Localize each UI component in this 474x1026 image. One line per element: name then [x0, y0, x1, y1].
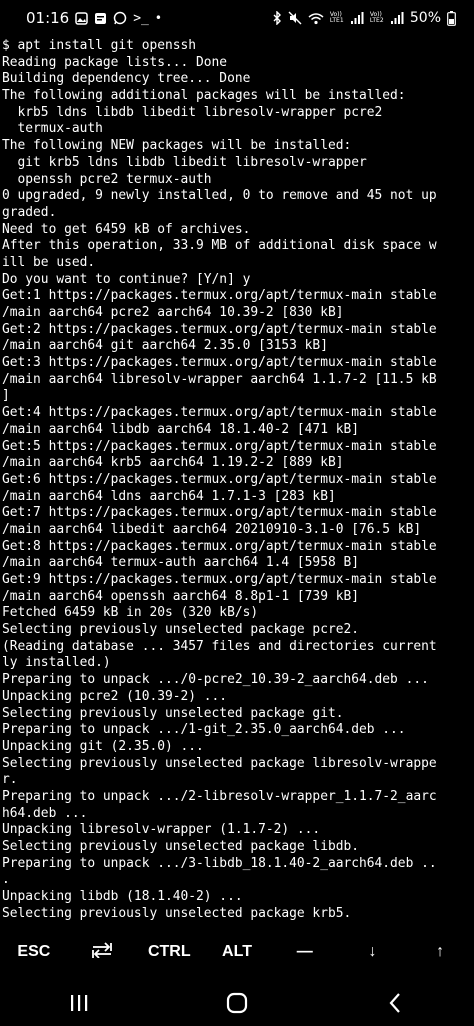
terminal-line: Preparing to unpack .../0-pcre2_10.39-2_…: [2, 672, 429, 688]
terminal-line: .: [2, 872, 10, 888]
terminal-line: Get:5 https://packages.termux.org/apt/te…: [2, 438, 437, 454]
bluetooth-icon: [272, 11, 282, 25]
terminal-line: Selecting previously unselected package …: [2, 755, 437, 771]
terminal-line: Preparing to unpack .../1-git_2.35.0_aar…: [2, 722, 406, 738]
terminal-line: Building dependency tree... Done: [2, 71, 251, 87]
whatsapp-icon: [113, 11, 127, 25]
terminal-line: Get:1 https://packages.termux.org/apt/te…: [2, 288, 437, 304]
up-arrow-key[interactable]: ↑: [406, 943, 474, 961]
mute-icon: [288, 11, 302, 25]
terminal-line: Reading package lists... Done: [2, 54, 228, 70]
network-label-2: Vo)) LTE2: [369, 11, 384, 24]
terminal-line: graded.: [2, 204, 57, 220]
terminal-line: /main aarch64 ldns aarch64 1.7.1-3 [283 …: [2, 488, 336, 504]
tab-key[interactable]: [68, 941, 136, 963]
terminal-line: (Reading database ... 3457 files and dir…: [2, 638, 437, 654]
terminal-line: Get:3 https://packages.termux.org/apt/te…: [2, 355, 437, 371]
terminal-line: ill be used.: [2, 254, 96, 270]
terminal-line: Preparing to unpack .../2-libresolv-wrap…: [2, 788, 437, 804]
status-right: Vo)) LTE1 Vo)) LTE2 50%: [272, 10, 456, 26]
terminal-line: $ apt install git openssh: [2, 38, 197, 53]
terminal-line: /main aarch64 libedit aarch64 20210910-3…: [2, 521, 422, 537]
terminal-line: Get:2 https://packages.termux.org/apt/te…: [2, 321, 437, 337]
terminal-line: Need to get 6459 kB of archives.: [2, 221, 251, 237]
terminal-line: openssh pcre2 termux-auth: [2, 171, 212, 187]
back-icon: [389, 993, 400, 1013]
notification-icon: [94, 12, 107, 25]
terminal-line: ]: [2, 388, 10, 404]
terminal-line: Get:4 https://packages.termux.org/apt/te…: [2, 405, 437, 421]
terminal-line: Selecting previously unselected package …: [2, 839, 359, 854]
terminal-line: Preparing to unpack .../3-libdb_18.1.40-…: [2, 855, 437, 871]
terminal-line: Get:9 https://packages.termux.org/apt/te…: [2, 572, 437, 587]
navigation-bar: [0, 980, 474, 1026]
terminal-line: Get:6 https://packages.termux.org/apt/te…: [2, 471, 437, 487]
alt-key[interactable]: ALT: [203, 943, 271, 961]
terminal-line: Unpacking libdb (18.1.40-2) ...: [2, 889, 243, 905]
terminal-line: The following additional packages will b…: [2, 88, 406, 104]
terminal-line: Do you want to continue? [Y/n] y: [2, 271, 251, 287]
terminal-line: /main aarch64 pcre2 aarch64 10.39-2 [830…: [2, 305, 344, 320]
extra-keys-row: ESC CTRL ALT — ↓ ↑: [0, 930, 474, 974]
battery-percent: 50%: [409, 10, 441, 26]
dash-key[interactable]: —: [271, 943, 339, 961]
home-button[interactable]: [207, 983, 267, 1023]
terminal-line: /main aarch64 libdb aarch64 18.1.40-2 [4…: [2, 421, 359, 437]
terminal-line: The following NEW packages will be insta…: [2, 138, 352, 154]
down-arrow-key[interactable]: ↓: [339, 943, 407, 961]
terminal-line: git krb5 ldns libdb libedit libresolv-wr…: [2, 154, 367, 170]
signal-icon: [350, 12, 364, 24]
status-left: 01:16 >_ •: [26, 9, 162, 27]
terminal-line: /main aarch64 libresolv-wrapper aarch64 …: [2, 371, 437, 387]
terminal-line: h64.deb ...: [2, 805, 88, 821]
terminal-line: krb5 ldns libdb libedit libresolv-wrappe…: [2, 104, 383, 120]
battery-icon: [447, 10, 456, 26]
terminal-line: /main aarch64 krb5 aarch64 1.19.2-2 [889…: [2, 455, 344, 471]
terminal-line: termux-auth: [2, 121, 103, 137]
terminal-line: 0 upgraded, 9 newly installed, 0 to remo…: [2, 188, 437, 204]
terminal-output[interactable]: $ apt install git openssh Reading package…: [2, 38, 472, 923]
esc-key[interactable]: ESC: [0, 943, 68, 961]
terminal-line: Selecting previously unselected package …: [2, 622, 359, 638]
recent-apps-button[interactable]: [49, 983, 109, 1023]
clock: 01:16: [26, 9, 70, 27]
terminal-line: Unpacking git (2.35.0) ...: [2, 738, 204, 754]
terminal-line: Get:7 https://packages.termux.org/apt/te…: [2, 505, 437, 521]
terminal-line: Selecting previously unselected package …: [2, 905, 352, 921]
terminal-line: Get:8 https://packages.termux.org/apt/te…: [2, 538, 437, 554]
status-dot: •: [154, 11, 162, 25]
network-label-1: Vo)) LTE1: [329, 11, 344, 24]
wifi-icon: [308, 12, 324, 25]
terminal-line: Selecting previously unselected package …: [2, 705, 344, 721]
tab-arrows-icon: [91, 941, 112, 959]
terminal-line: Fetched 6459 kB in 20s (320 kB/s): [2, 605, 259, 621]
status-bar: 01:16 >_ • Vo)) LTE1 Vo)) LTE2 50%: [0, 0, 474, 36]
terminal-line: /main aarch64 git aarch64 2.35.0 [3153 k…: [2, 338, 328, 354]
terminal-line: Unpacking pcre2 (10.39-2) ...: [2, 688, 228, 704]
ctrl-key[interactable]: CTRL: [135, 943, 203, 961]
terminal-line: After this operation, 33.9 MB of additio…: [2, 238, 437, 254]
home-icon: [226, 992, 248, 1014]
signal-icon-2: [390, 12, 404, 24]
recent-apps-icon: [71, 995, 88, 1011]
terminal-line: r.: [2, 772, 18, 788]
terminal-line: /main aarch64 openssh aarch64 8.8p1-1 [7…: [2, 588, 359, 604]
gallery-icon: [75, 11, 88, 25]
terminal-line: /main aarch64 termux-auth aarch64 1.4 [5…: [2, 555, 359, 571]
terminal-line: Unpacking libresolv-wrapper (1.1.7-2) ..…: [2, 822, 321, 838]
terminal-line: ly installed.): [2, 655, 111, 671]
terminal-icon: >_: [133, 10, 149, 26]
back-button[interactable]: [365, 983, 425, 1023]
